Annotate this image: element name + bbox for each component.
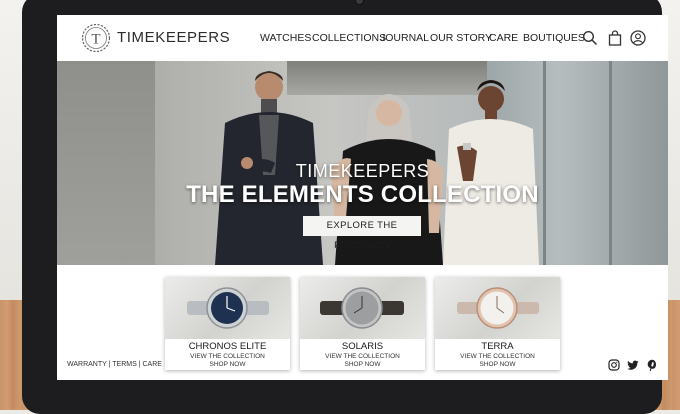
nav-collections[interactable]: COLLECTIONS — [312, 32, 386, 44]
product-image — [165, 277, 290, 339]
twitter-icon[interactable] — [627, 359, 639, 371]
product-image — [300, 277, 425, 339]
hero-banner: TIMEKEEPERS THE ELEMENTS COLLECTION EXPL… — [57, 61, 668, 265]
bag-icon[interactable] — [607, 30, 623, 46]
hero-overlay: TIMEKEEPERS THE ELEMENTS COLLECTION — [57, 161, 668, 209]
shop-now-link[interactable]: SHOP NOW — [435, 361, 560, 368]
view-collection-link[interactable]: VIEW THE COLLECTION — [435, 353, 560, 360]
view-collection-link[interactable]: VIEW THE COLLECTION — [300, 353, 425, 360]
instagram-icon[interactable] — [608, 359, 620, 371]
hero-title: THE ELEMENTS COLLECTION — [186, 181, 539, 208]
product-name: CHRONOS ELITE — [188, 341, 267, 352]
view-collection-link[interactable]: VIEW THE COLLECTION — [165, 353, 290, 360]
pinterest-icon[interactable] — [646, 359, 658, 371]
product-name: SOLARIS — [341, 341, 384, 352]
product-card[interactable]: TERRA VIEW THE COLLECTION SHOP NOW — [435, 277, 560, 370]
search-icon[interactable] — [582, 30, 598, 46]
logo-letter: T — [91, 32, 100, 48]
website-screen: T TIMEKEEPERS WATCHES COLLECTIONS JOURNA… — [57, 15, 668, 380]
watch-icon — [187, 287, 269, 329]
logo-icon[interactable]: T — [81, 23, 111, 53]
nav-watches[interactable]: WATCHES — [260, 32, 311, 44]
footer-links: WARRANTY | TERMS | CARE — [67, 361, 162, 368]
brand-name[interactable]: TIMEKEEPERS — [117, 29, 230, 46]
watch-icon — [457, 287, 539, 329]
footer-terms-link[interactable]: TERMS — [112, 361, 137, 368]
product-name: TERRA — [481, 341, 514, 352]
hero-brand: TIMEKEEPERS — [295, 161, 430, 181]
laptop-bezel: T TIMEKEEPERS WATCHES COLLECTIONS JOURNA… — [22, 0, 668, 414]
footer-care-link[interactable]: CARE — [142, 361, 161, 368]
product-card[interactable]: CHRONOS ELITE VIEW THE COLLECTION SHOP N… — [165, 277, 290, 370]
product-card[interactable]: SOLARIS VIEW THE COLLECTION SHOP NOW — [300, 277, 425, 370]
shop-now-link[interactable]: SHOP NOW — [300, 361, 425, 368]
site-header: T TIMEKEEPERS WATCHES COLLECTIONS JOURNA… — [57, 15, 668, 61]
nav-boutiques[interactable]: BOUTIQUES — [523, 32, 585, 44]
account-icon[interactable] — [630, 30, 646, 46]
nav-our-story[interactable]: OUR STORY — [430, 32, 492, 44]
footer-warranty-link[interactable]: WARRANTY — [67, 361, 107, 368]
watch-icon — [320, 287, 404, 329]
product-section: CHRONOS ELITE VIEW THE COLLECTION SHOP N… — [57, 265, 668, 380]
nav-journal[interactable]: JOURNAL — [380, 32, 429, 44]
product-image — [435, 277, 560, 339]
shop-now-link[interactable]: SHOP NOW — [165, 361, 290, 368]
nav-care[interactable]: CARE — [489, 32, 518, 44]
webcam — [356, 0, 363, 4]
explore-button[interactable]: EXPLORE THE PRECISION — [303, 216, 421, 251]
